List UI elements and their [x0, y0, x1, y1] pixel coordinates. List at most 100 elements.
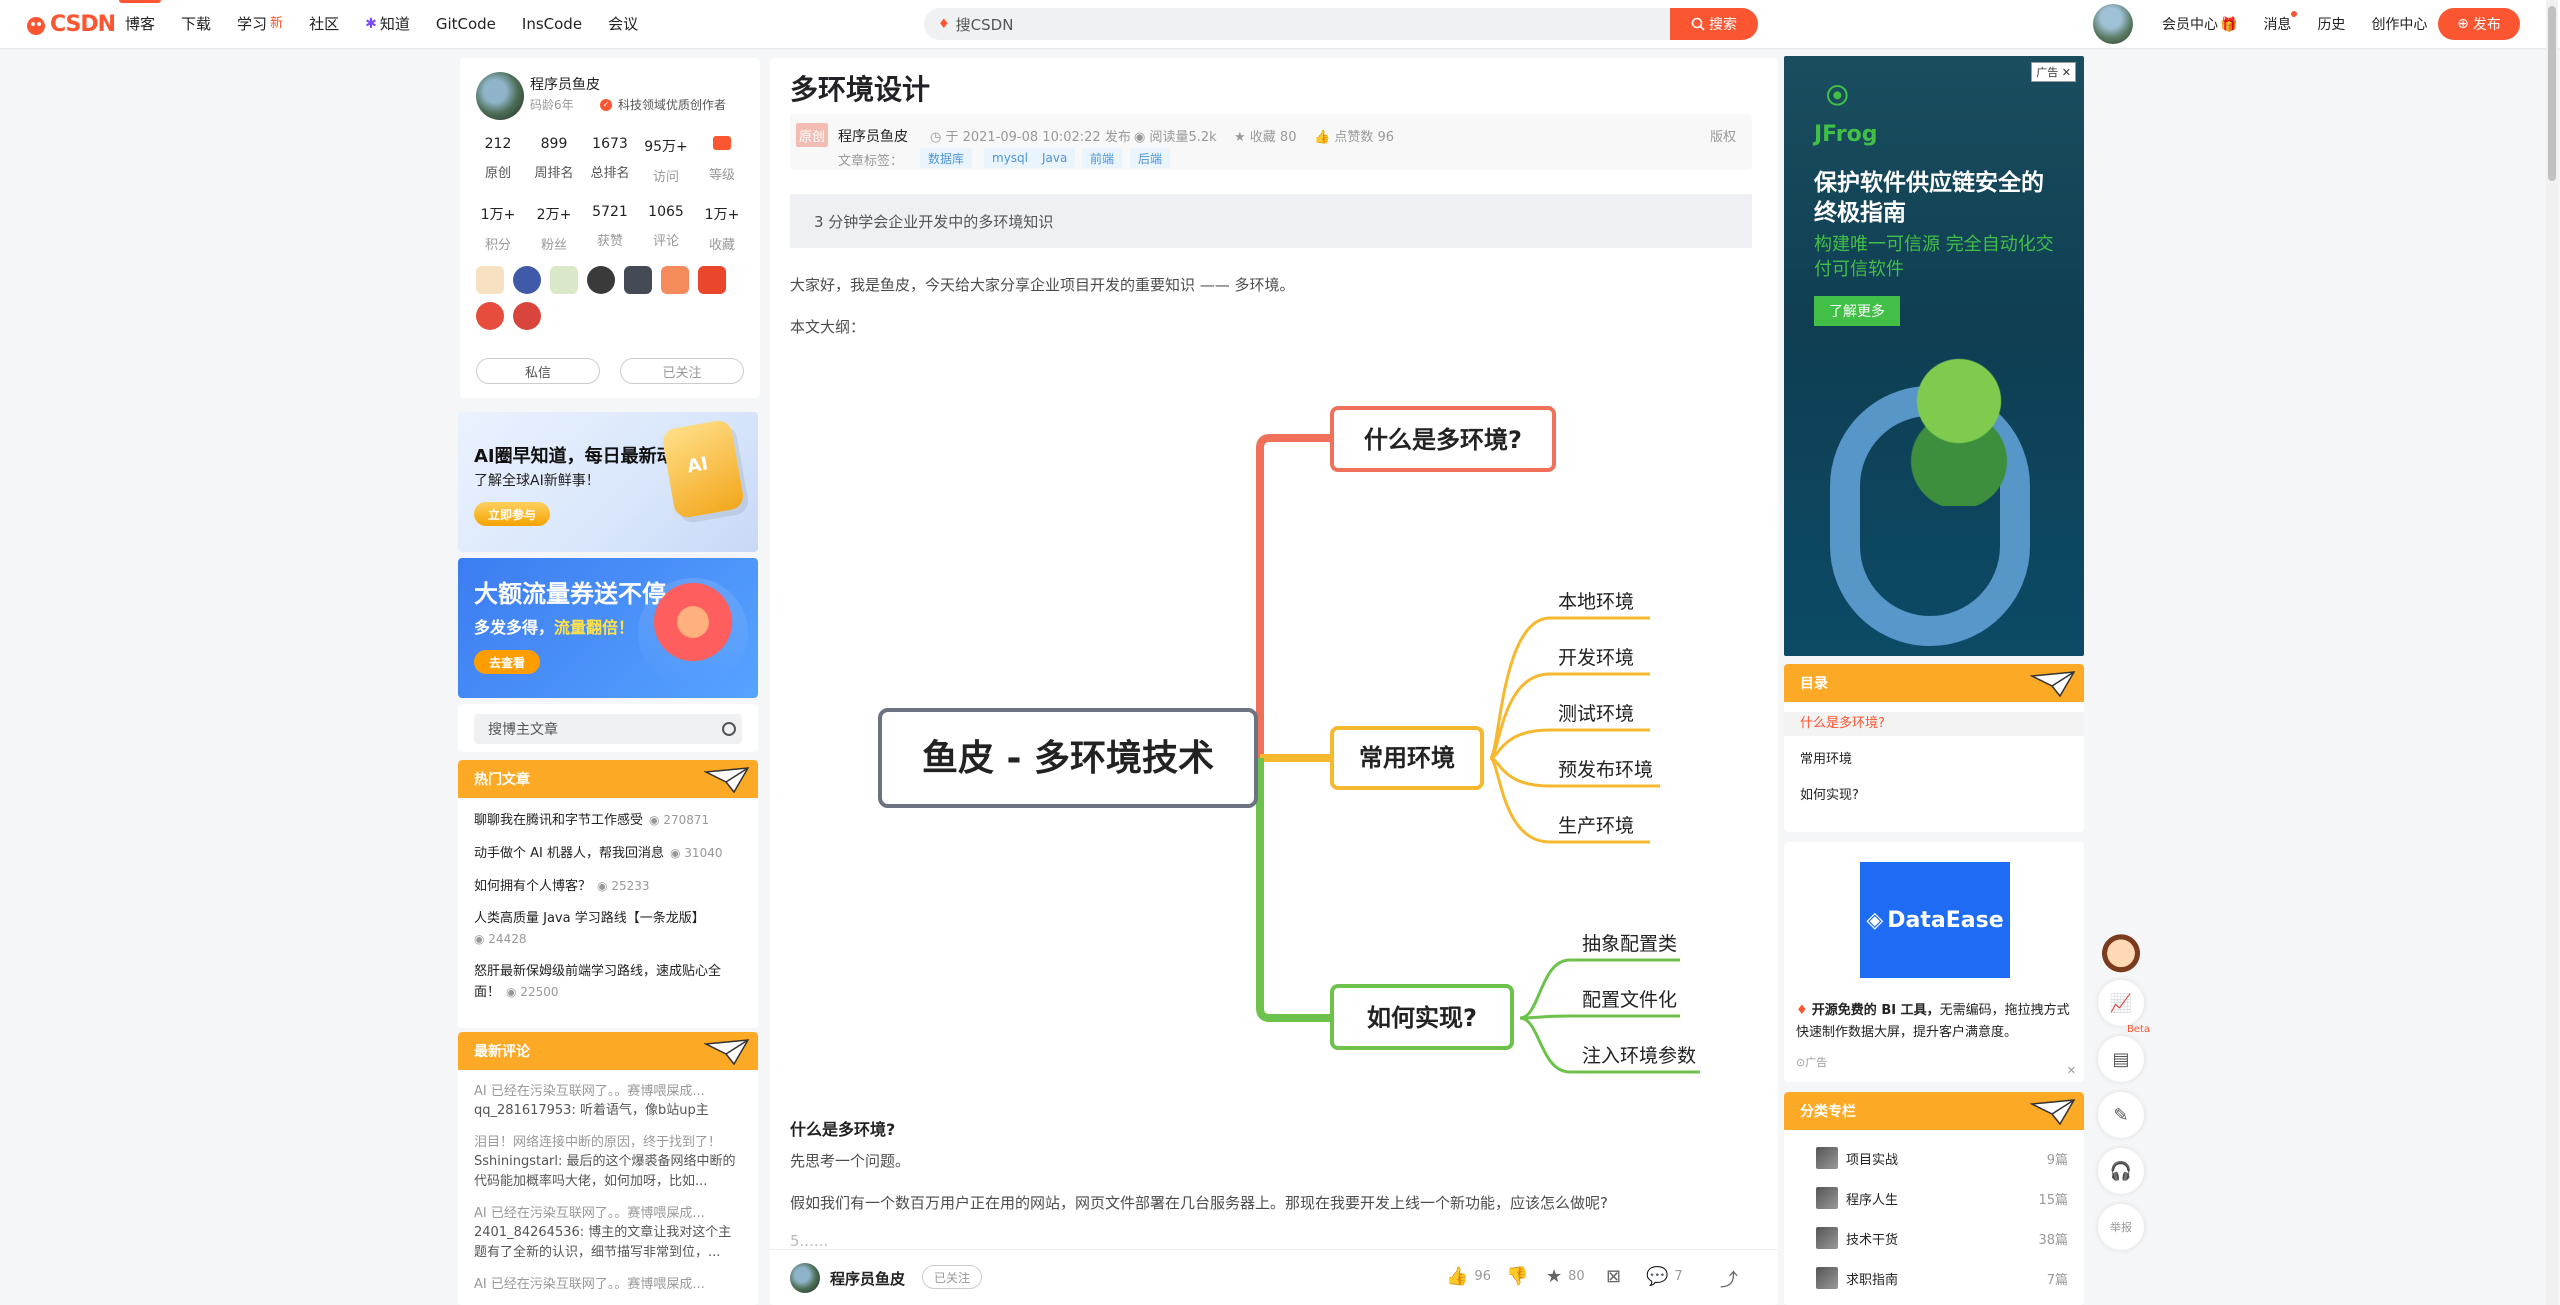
follow-button[interactable]: 已关注 [922, 1265, 982, 1289]
stat-original[interactable]: 212 原创 [470, 136, 526, 185]
search-input[interactable]: 搜CSDN [956, 14, 1014, 35]
search-button[interactable]: 搜索 [1670, 8, 1758, 40]
ad-tag[interactable]: 广告 ✕ [2031, 62, 2076, 82]
messages-link[interactable]: 消息 [2263, 11, 2298, 34]
comment-article-link[interactable]: AI 已经在污染互联网了。。赛博喂屎成... [458, 1202, 758, 1221]
assistant-mascot-icon[interactable] [2098, 928, 2144, 974]
article: 多环境设计 原创 程序员鱼皮 ◷ 于 2021-09-08 10:02:22 发… [770, 58, 1778, 1305]
mindmap-leaf: 配置文件化 [1582, 989, 1677, 1011]
medal-icon[interactable] [476, 266, 504, 294]
author-name[interactable]: 程序员鱼皮 [830, 1268, 905, 1289]
favorite-button[interactable]: ★ 80 [1546, 1266, 1585, 1287]
dislike-button[interactable]: 👎 [1506, 1266, 1534, 1287]
nav-zhidao[interactable]: ✱ 知道 [365, 0, 410, 48]
nav-community[interactable]: 社区 [309, 0, 339, 48]
category-item[interactable]: 程序人生 15篇 [1784, 1186, 2084, 1210]
tag-chip[interactable]: mysql [984, 148, 1036, 168]
tag-chip[interactable]: 数据库 [920, 148, 973, 168]
jfrog-ad[interactable]: 广告 ✕ JFrog 保护软件供应链安全的终极指南 构建唯一可信源 完全自动化交… [1784, 56, 2084, 656]
vip-center-link[interactable]: 会员中心 🎁 [2162, 14, 2237, 34]
view-button[interactable]: 去查看 [474, 650, 540, 674]
csdn-logo[interactable]: CSDN [24, 12, 116, 37]
nav-download[interactable]: 下载 [181, 0, 211, 48]
hot-article-item[interactable]: 怒肝最新保姆级前端学习路线，速成贴心全面！ ◉ 22500 [458, 962, 758, 1003]
medal-icon[interactable] [513, 266, 541, 294]
medal-icon[interactable] [476, 302, 504, 330]
learn-more-button[interactable]: 了解更多 [1814, 296, 1900, 326]
report-button[interactable]: 举报 [2098, 1204, 2144, 1250]
tag-chip[interactable]: Java [1034, 148, 1076, 168]
user-avatar[interactable] [2093, 4, 2133, 44]
tag-chip[interactable]: 后端 [1130, 148, 1171, 168]
edit-icon[interactable]: ✎ [2098, 1092, 2144, 1138]
tag-chip[interactable]: 前端 [1082, 148, 1123, 168]
category-item[interactable]: 求职指南 7篇 [1784, 1266, 2084, 1290]
toc-item[interactable]: 如何实现? [1784, 784, 2084, 808]
like-count[interactable]: 👍 点赞数 96 [1314, 126, 1394, 145]
original-badge: 原创 [796, 123, 828, 147]
medal-icon[interactable] [513, 302, 541, 330]
nav-learn[interactable]: 学习新 [237, 0, 283, 48]
blog-search-input[interactable]: 搜博主文章 [474, 714, 742, 744]
hot-article-item[interactable]: 聊聊我在腾讯和字节工作感受 ◉ 270871 [458, 810, 758, 831]
article-bottom-toolbar: 程序员鱼皮 已关注 👍 96 👎 ★ 80 ⊠ 💬 7 ⤴ [770, 1249, 1778, 1305]
tags-label: 文章标签： [838, 154, 904, 169]
author-avatar[interactable] [790, 1263, 820, 1293]
headset-icon[interactable]: 🎧 [2098, 1148, 2144, 1194]
mindmap-leaf: 本地环境 [1558, 591, 1634, 613]
new-badge: 新 [270, 16, 284, 31]
search-icon[interactable] [722, 722, 736, 736]
medal-icon[interactable] [661, 266, 689, 294]
join-now-button[interactable]: 立即参与 [474, 502, 550, 526]
comment-button[interactable]: 💬 7 [1646, 1266, 1683, 1287]
followed-button[interactable]: 已关注 [620, 358, 744, 384]
publish-button[interactable]: ⊕ 发布 [2438, 8, 2520, 40]
comment-article-link[interactable]: AI 已经在污染互联网了。。赛博喂屎成... [458, 1080, 758, 1099]
category-item[interactable]: 项目实战 9篇 [1784, 1146, 2084, 1170]
hot-article-item[interactable]: 动手做个 AI 机器人，帮我回消息 ◉ 31040 [458, 843, 758, 864]
category-item[interactable]: 技术干货 38篇 [1784, 1226, 2084, 1250]
history-link[interactable]: 历史 [2317, 14, 2345, 34]
comment-article-link[interactable]: AI 已经在污染互联网了。。赛博喂屎成... [458, 1273, 758, 1292]
medal-icon[interactable] [587, 266, 615, 294]
scrollbar-thumb[interactable] [2548, 6, 2556, 181]
category-thumb [1816, 1227, 1838, 1249]
close-icon[interactable]: ✕ [2067, 1064, 2076, 1077]
stat-week-rank[interactable]: 899 周排名 [526, 136, 582, 185]
paragraph: 大家好，我是鱼皮，今天给大家分享企业项目开发的重要知识 —— 多环境。 [790, 276, 1295, 294]
nav-inscode[interactable]: InsCode [522, 0, 582, 48]
nav-gitcode[interactable]: GitCode [436, 0, 496, 48]
toc-item[interactable]: 什么是多环境? [1784, 712, 2084, 736]
private-message-button[interactable]: 私信 [476, 358, 600, 384]
nav-blog[interactable]: 博客 [118, 0, 162, 48]
chart-icon[interactable]: 📈 [2098, 980, 2144, 1026]
hot-articles: 热门文章 聊聊我在腾讯和字节工作感受 ◉ 270871 动手做个 AI 机器人，帮… [458, 760, 758, 1028]
author-avatar[interactable] [476, 72, 524, 120]
creator-center-link[interactable]: 创作中心 [2371, 14, 2427, 34]
nav-meeting[interactable]: 会议 [608, 0, 638, 48]
dataease-ad[interactable]: ◈ DataEase ♦ 开源免费的 BI 工具，无需编码，拖拉拽方式快速制作数据… [1784, 842, 2084, 1082]
copyright-link[interactable]: 版权 [1710, 126, 1736, 145]
traffic-coupon-banner[interactable]: 大额流量券送不停 多发多得，流量翻倍！ 去查看 [458, 558, 758, 698]
page-scrollbar[interactable] [2546, 0, 2558, 1305]
medal-icon[interactable] [698, 266, 726, 294]
comment-article-link[interactable]: 泪目！网络连接中断的原因，终于找到了！ [458, 1131, 758, 1150]
stat-total-rank[interactable]: 1673 总排名 [582, 136, 638, 185]
category-thumb [1816, 1267, 1838, 1289]
stat-fans[interactable]: 2万+ 粉丝 [526, 204, 582, 253]
stat-level[interactable]: 等级 [694, 136, 750, 185]
ai-assistant-icon[interactable]: ▤ Beta [2098, 1024, 2150, 1082]
author-name[interactable]: 程序员鱼皮 [530, 74, 600, 94]
like-button[interactable]: 👍 96 [1446, 1266, 1491, 1287]
ai-news-banner[interactable]: AI圈早知道，每日最新动态 了解全球AI新鲜事！ 立即参与 AI [458, 412, 758, 552]
share-button[interactable]: ⤴ [1720, 1266, 1744, 1292]
reward-button[interactable]: ⊠ [1606, 1266, 1627, 1287]
meta-author[interactable]: 程序员鱼皮 [838, 126, 908, 146]
favorite-count[interactable]: ★ 收藏 80 [1234, 126, 1296, 145]
medal-icon[interactable] [550, 266, 578, 294]
hot-article-item[interactable]: 人类高质量 Java 学习路线【一条龙版】 ◉ 24428 [458, 909, 758, 950]
hot-article-item[interactable]: 如何拥有个人博客？ ◉ 25233 [458, 876, 758, 897]
toc-item[interactable]: 常用环境 [1784, 748, 2084, 772]
github-medal-icon[interactable] [624, 266, 652, 294]
code-age: 码龄6年 [530, 98, 574, 112]
